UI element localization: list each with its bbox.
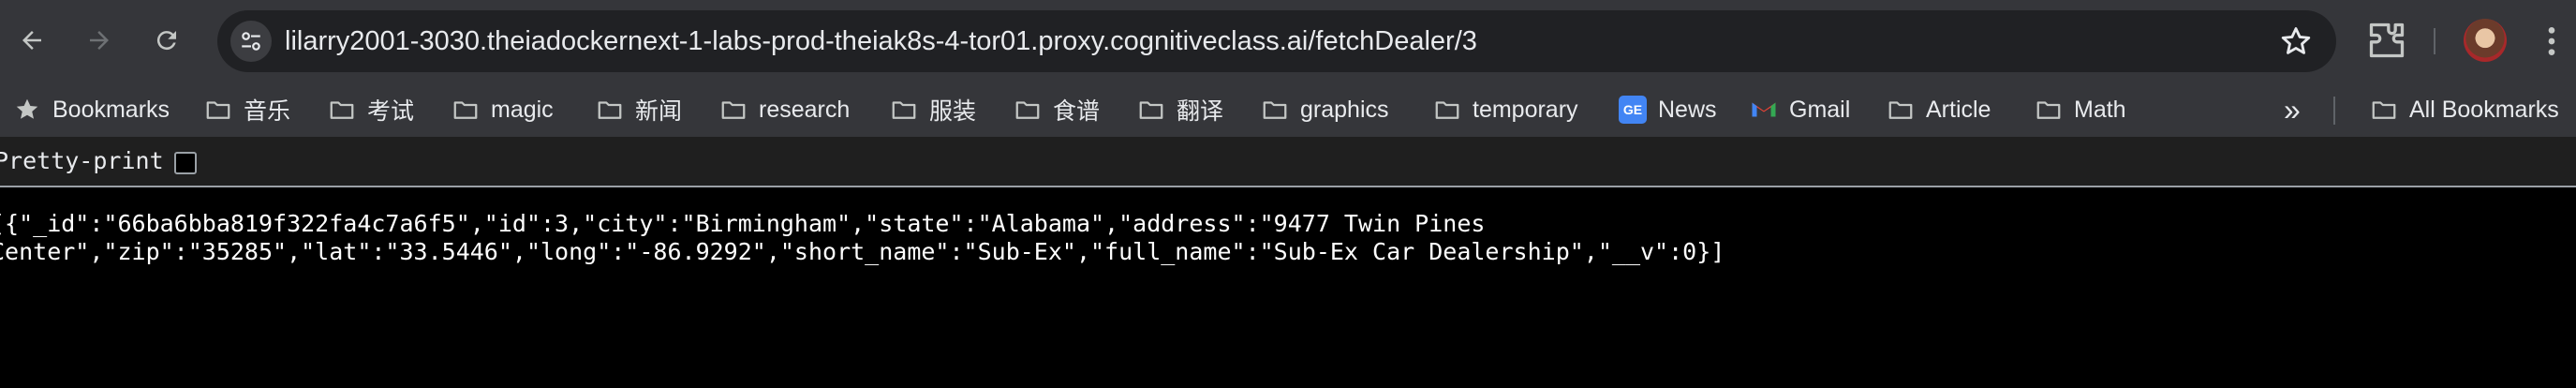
bookmark-folder[interactable]: 食谱 [1014, 82, 1100, 137]
bookmark-label: 翻译 [1177, 98, 1224, 125]
page-content: Pretty-print [{"_id":"66ba6bba819f322fa4… [0, 137, 2576, 388]
url-text[interactable]: lilarry2001-3030.theiadockernext-1-labs-… [285, 10, 1477, 72]
folder-icon [330, 101, 354, 119]
bookmark-folder[interactable]: magic [452, 82, 554, 137]
bookmark-folder[interactable]: graphics [1261, 82, 1389, 137]
bookmark-folder[interactable]: temporary [1433, 82, 1578, 137]
pretty-print-label: Pretty-print [0, 147, 164, 174]
folder-icon [2036, 101, 2061, 119]
reload-button[interactable] [144, 18, 189, 63]
bookmark-folder[interactable]: research [719, 82, 850, 137]
bookmark-label: magic [491, 96, 554, 123]
folder-icon [1015, 101, 1040, 119]
folder-icon [2372, 101, 2396, 119]
folder-icon [598, 101, 622, 119]
back-icon [22, 31, 41, 50]
back-button[interactable] [9, 18, 54, 63]
folder-icon [1435, 101, 1459, 119]
chevron-double-right-icon: » [2284, 92, 2301, 127]
star-icon [16, 98, 38, 119]
bookmark-label: graphics [1300, 96, 1389, 123]
forward-icon [90, 31, 109, 50]
bookmark-folder[interactable]: 服装 [890, 82, 976, 137]
bookmark-folder[interactable]: Math [2035, 82, 2126, 137]
bookmark-label: Article [1926, 96, 1991, 123]
avatar[interactable] [2464, 19, 2507, 62]
bookmark-label: temporary [1473, 96, 1578, 123]
google-news-icon: GE [1619, 96, 1647, 124]
menu-icon[interactable] [2533, 21, 2570, 62]
bookmark-folder[interactable]: 考试 [328, 82, 414, 137]
gmail-icon [1752, 102, 1776, 117]
folder-icon [1263, 101, 1287, 119]
bookmark-label: Gmail [1789, 96, 1851, 123]
bookmark-folder[interactable]: 翻译 [1137, 82, 1223, 137]
bookmark-label: research [759, 96, 851, 123]
extensions-icon[interactable] [2366, 20, 2407, 61]
bookmark-news[interactable]: GE News [1619, 82, 1717, 137]
pretty-print-checkbox[interactable] [174, 152, 197, 174]
bookmarks-bar: Bookmarks 音乐 考试 magic 新闻 research 服装 食谱 … [0, 82, 2576, 137]
json-text-line: Center","zip":"35285","lat":"33.5446","l… [0, 238, 1725, 265]
bookmark-label: Bookmarks [52, 96, 170, 123]
bookmark-label: 食谱 [1053, 98, 1101, 125]
bookmark-label: Math [2074, 96, 2126, 123]
pretty-print-bar: Pretty-print [0, 137, 2576, 187]
folder-icon [206, 101, 230, 119]
address-bar[interactable]: lilarry2001-3030.theiadockernext-1-labs-… [217, 10, 2336, 72]
bookmark-bookmarks[interactable]: Bookmarks [13, 82, 170, 137]
bookmark-label: 服装 [929, 98, 977, 125]
forward-button[interactable] [77, 18, 122, 63]
json-text-line: [{"_id":"66ba6bba819f322fa4c7a6f5","id":… [0, 210, 1486, 237]
bookmark-label: 考试 [367, 98, 415, 125]
bookmark-folder[interactable]: Article [1887, 82, 1991, 137]
bookmark-folder[interactable]: 音乐 [204, 82, 290, 137]
folder-icon [1888, 101, 1913, 119]
bookmark-label: All Bookmarks [2409, 96, 2559, 123]
folder-icon [892, 101, 916, 119]
bookmark-label: 新闻 [635, 98, 683, 125]
all-bookmarks-button[interactable]: All Bookmarks [2370, 82, 2559, 137]
folder-icon [453, 101, 478, 119]
toolbar-divider [2434, 28, 2435, 54]
browser-toolbar: lilarry2001-3030.theiadockernext-1-labs-… [0, 0, 2576, 82]
bookmarks-overflow-button[interactable]: » [2284, 82, 2301, 137]
bookmark-label: News [1658, 96, 1717, 123]
folder-icon [1139, 101, 1163, 119]
folder-icon [721, 101, 746, 119]
bookmark-gmail[interactable]: Gmail [1750, 82, 1850, 137]
bookmarks-divider [2333, 97, 2335, 125]
site-info-icon [242, 32, 260, 51]
site-info-button[interactable] [230, 21, 272, 62]
bookmark-folder[interactable]: 新闻 [596, 82, 682, 137]
star-icon[interactable] [2278, 23, 2314, 59]
reload-icon [156, 31, 176, 51]
bookmark-label: 音乐 [244, 98, 291, 125]
